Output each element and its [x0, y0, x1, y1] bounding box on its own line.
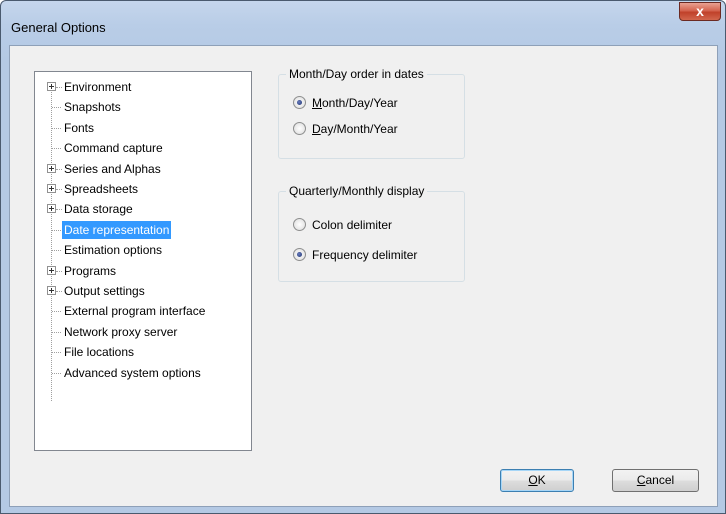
- tree-item-label: Series and Alphas: [64, 161, 161, 176]
- day-month-year-radio[interactable]: [293, 122, 306, 135]
- cancel-button[interactable]: Cancel: [612, 469, 699, 492]
- tree-item[interactable]: Fonts: [35, 119, 250, 137]
- tree-item[interactable]: Date representation: [35, 219, 250, 240]
- tree-item[interactable]: Output settings: [35, 282, 250, 300]
- quarterly-monthly-group: Quarterly/Monthly display Colon delimite…: [278, 184, 465, 282]
- general-options-dialog: General Options x Environment Snapshots Fo…: [0, 0, 726, 514]
- tree-connector: [52, 352, 61, 354]
- date-order-group: Month/Day order in dates Month/Day/Year …: [278, 67, 465, 159]
- expand-plus-icon[interactable]: [47, 184, 56, 193]
- quarterly-monthly-group-title: Quarterly/Monthly display: [286, 184, 428, 198]
- tree-item[interactable]: Estimation options: [35, 241, 250, 259]
- tree-item-label: Date representation: [60, 219, 173, 240]
- date-order-group-title: Month/Day order in dates: [286, 67, 427, 81]
- dialog-client-area: Environment Snapshots Fonts Command capture…: [9, 45, 718, 507]
- tree-item[interactable]: Series and Alphas: [35, 160, 250, 178]
- tree-item-label: Fonts: [64, 120, 95, 135]
- tree-item[interactable]: Spreadsheets: [35, 180, 250, 198]
- colon-delimiter-label: Colon delimiter: [312, 218, 393, 232]
- options-tree[interactable]: Environment Snapshots Fonts Command capture…: [34, 71, 252, 451]
- tree-item-label: Data storage: [64, 202, 133, 217]
- tree-item-label: Advanced system options: [64, 365, 201, 380]
- frequency-delimiter-label: Frequency delimiter: [312, 248, 418, 262]
- tree-item-label: Network proxy server: [64, 324, 178, 339]
- tree-item[interactable]: Network proxy server: [35, 323, 250, 341]
- expand-plus-icon[interactable]: [47, 82, 56, 91]
- tree-item-label: Snapshots: [64, 100, 121, 115]
- tree-connector: [52, 127, 61, 129]
- colon-delimiter-radio[interactable]: [293, 218, 306, 231]
- tree-item[interactable]: Advanced system options: [35, 364, 250, 382]
- tree-item-label: File locations: [64, 345, 135, 360]
- tree-item[interactable]: File locations: [35, 343, 250, 361]
- title-bar[interactable]: General Options x: [1, 1, 725, 45]
- tree-item[interactable]: Command capture: [35, 139, 250, 157]
- tree-item-label: Environment: [64, 80, 132, 94]
- month-day-year-radio[interactable]: [293, 96, 306, 109]
- expand-plus-icon[interactable]: [47, 204, 56, 214]
- dialog-title: General Options: [11, 20, 106, 35]
- ok-button[interactable]: OK: [500, 469, 574, 492]
- tree-item-label: Spreadsheets: [64, 182, 139, 196]
- tree-item-label: Command capture: [64, 141, 163, 156]
- tree-connector: [52, 331, 61, 333]
- tree-item-label: Output settings: [64, 284, 145, 298]
- tree-connector: [52, 229, 61, 231]
- tree-item[interactable]: Programs: [35, 262, 250, 280]
- expand-plus-icon[interactable]: [47, 163, 56, 173]
- tree-item[interactable]: Environment: [35, 78, 250, 96]
- tree-item-label: Estimation options: [64, 243, 163, 258]
- expand-plus-icon[interactable]: [47, 265, 56, 275]
- tree-connector: [52, 148, 61, 150]
- tree-connector: [52, 311, 61, 313]
- tree-item[interactable]: Snapshots: [35, 98, 250, 116]
- expand-plus-icon[interactable]: [47, 286, 56, 295]
- month-day-year-label: Month/Day/Year: [312, 96, 398, 110]
- tree-connector: [52, 107, 61, 109]
- close-button[interactable]: x: [679, 2, 721, 21]
- tree-item-label: External program interface: [64, 304, 206, 319]
- tree-item[interactable]: External program interface: [35, 302, 250, 320]
- tree-connector: [52, 250, 61, 252]
- tree-connector: [52, 372, 61, 374]
- tree-item[interactable]: Data storage: [35, 200, 250, 218]
- frequency-delimiter-radio[interactable]: [293, 248, 306, 261]
- day-month-year-label: Day/Month/Year: [312, 122, 398, 136]
- close-icon: x: [696, 3, 704, 19]
- tree-item-label: Programs: [64, 263, 117, 278]
